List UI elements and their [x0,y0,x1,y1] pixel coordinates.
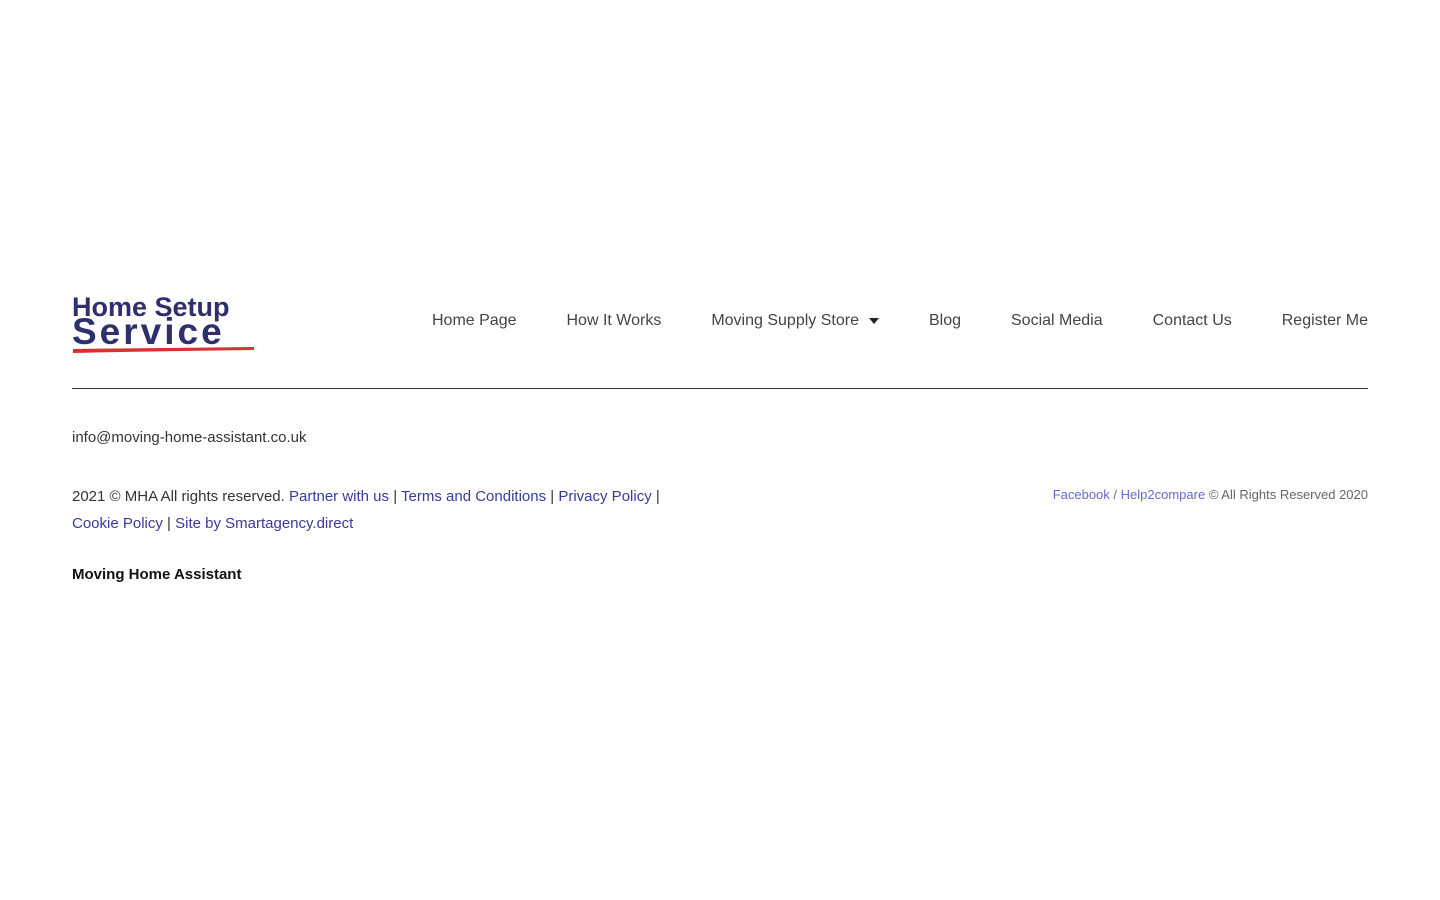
privacy-link[interactable]: Privacy Policy [558,488,651,505]
social-links: Facebook / Help2compare © All Rights Res… [1053,487,1368,502]
nav-item-home-page[interactable]: Home Page [432,312,517,330]
logo[interactable]: Home Setup Service [72,292,256,356]
header-divider [72,388,1368,389]
nav-item-label: Moving Supply Store [711,312,859,329]
site-header: Home Setup Service Home Page How It Work… [72,292,1368,356]
separator: | [550,488,555,505]
terms-link[interactable]: Terms and Conditions [401,488,546,505]
separator: | [655,488,660,505]
contact-email[interactable]: info@moving-home-assistant.co.uk [72,429,307,446]
nav-item-label: Home Page [432,312,517,329]
nav-item-label: How It Works [566,312,662,329]
nav-item-label: Social Media [1011,312,1103,329]
logo-graphic: Home Setup Service [72,292,254,353]
rights-text: © All Rights Reserved 2020 [1208,487,1368,502]
page: Home Setup Service Home Page How It Work… [0,0,1440,900]
separator: | [393,488,398,505]
cookie-link[interactable]: Cookie Policy [72,515,163,532]
copyright-text: 2021 © MHA All rights reserved. [72,488,285,505]
nav-item-moving-supply-store[interactable]: Moving Supply Store [711,312,879,330]
slash-separator: / [1113,487,1118,502]
nav-item-label: Register Me [1281,312,1368,329]
nav-item-social-media[interactable]: Social Media [1011,312,1103,330]
nav-item-blog[interactable]: Blog [929,312,961,330]
legal-links: 2021 © MHA All rights reserved. Partner … [72,483,732,537]
main-nav: Home Page How It Works Moving Supply Sto… [432,312,1368,330]
caret-down-icon[interactable] [868,318,879,324]
logo-line2: Service [72,311,225,352]
site-by-link[interactable]: Site by Smartagency.direct [175,515,353,532]
help2compare-link[interactable]: Help2compare [1121,487,1206,502]
nav-item-how-it-works[interactable]: How It Works [567,312,662,330]
brand-name: Moving Home Assistant [72,566,242,583]
nav-item-label: Contact Us [1152,312,1232,329]
facebook-link[interactable]: Facebook [1053,487,1110,502]
partner-link[interactable]: Partner with us [289,488,389,505]
separator: | [167,515,171,532]
nav-item-label: Blog [928,312,961,329]
nav-item-contact-us[interactable]: Contact Us [1153,312,1232,330]
nav-item-register-me[interactable]: Register Me [1282,312,1368,330]
